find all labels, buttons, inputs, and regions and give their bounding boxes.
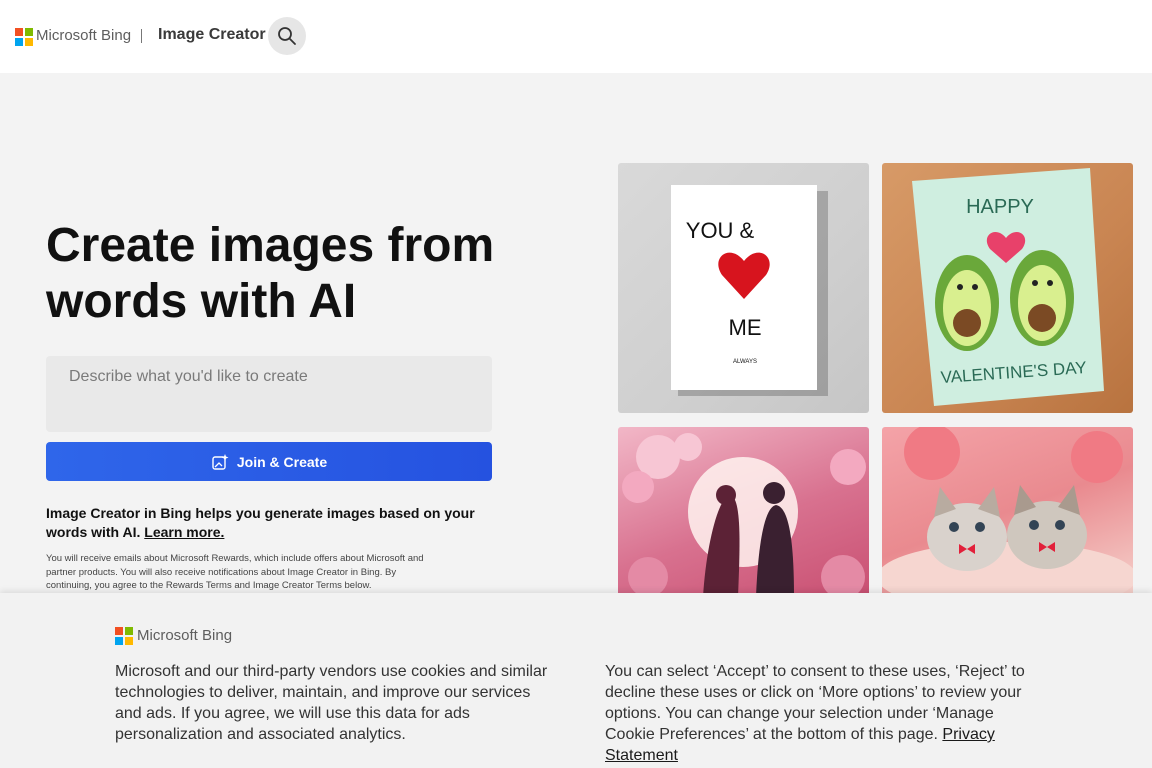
fine-print: You will receive emails about Microsoft … [46, 553, 424, 591]
sample-image-avocado-card[interactable]: HAPPY VALENTINE'S DAY [882, 163, 1133, 413]
microsoft-logo-icon [115, 627, 133, 645]
card-text-you: YOU & [686, 218, 755, 243]
cookie-banner: Microsoft Bing Microsoft and our third-p… [0, 593, 1152, 768]
description: Image Creator in Bing helps you generate… [46, 504, 486, 542]
prompt-field[interactable] [46, 356, 492, 432]
prompt-input[interactable] [46, 356, 492, 432]
card-text-always: ALWAYS [733, 359, 757, 365]
cookie-brand-name: Microsoft Bing [137, 627, 233, 644]
brand-name[interactable]: Microsoft Bing [36, 27, 131, 44]
card-text-happy: HAPPY [966, 196, 1034, 218]
cookie-description: Microsoft and our third-party vendors us… [115, 663, 548, 743]
search-icon [278, 27, 296, 45]
join-create-button[interactable]: Join & Create [46, 442, 492, 481]
learn-more-link[interactable]: Learn more. [144, 524, 224, 540]
app-title[interactable]: Image Creator [158, 26, 266, 44]
description-text: Image Creator in Bing helps you generate… [46, 505, 475, 540]
sample-image-couple[interactable] [618, 427, 869, 597]
cookie-options-text: You can select ‘Accept’ to consent to th… [605, 661, 1045, 766]
top-header: Microsoft Bing Image Creator [0, 0, 1152, 73]
card-text-me: ME [729, 315, 762, 340]
header-divider [141, 29, 142, 43]
sample-image-kittens[interactable] [882, 427, 1133, 597]
sample-image-you-and-me[interactable]: YOU & ME ALWAYS [618, 163, 869, 413]
search-button[interactable] [268, 17, 306, 55]
join-create-label: Join & Create [236, 453, 328, 470]
microsoft-logo-icon[interactable] [15, 28, 33, 46]
sparkle-image-icon [212, 453, 229, 470]
page-title: Create images from words with AI [46, 219, 495, 328]
